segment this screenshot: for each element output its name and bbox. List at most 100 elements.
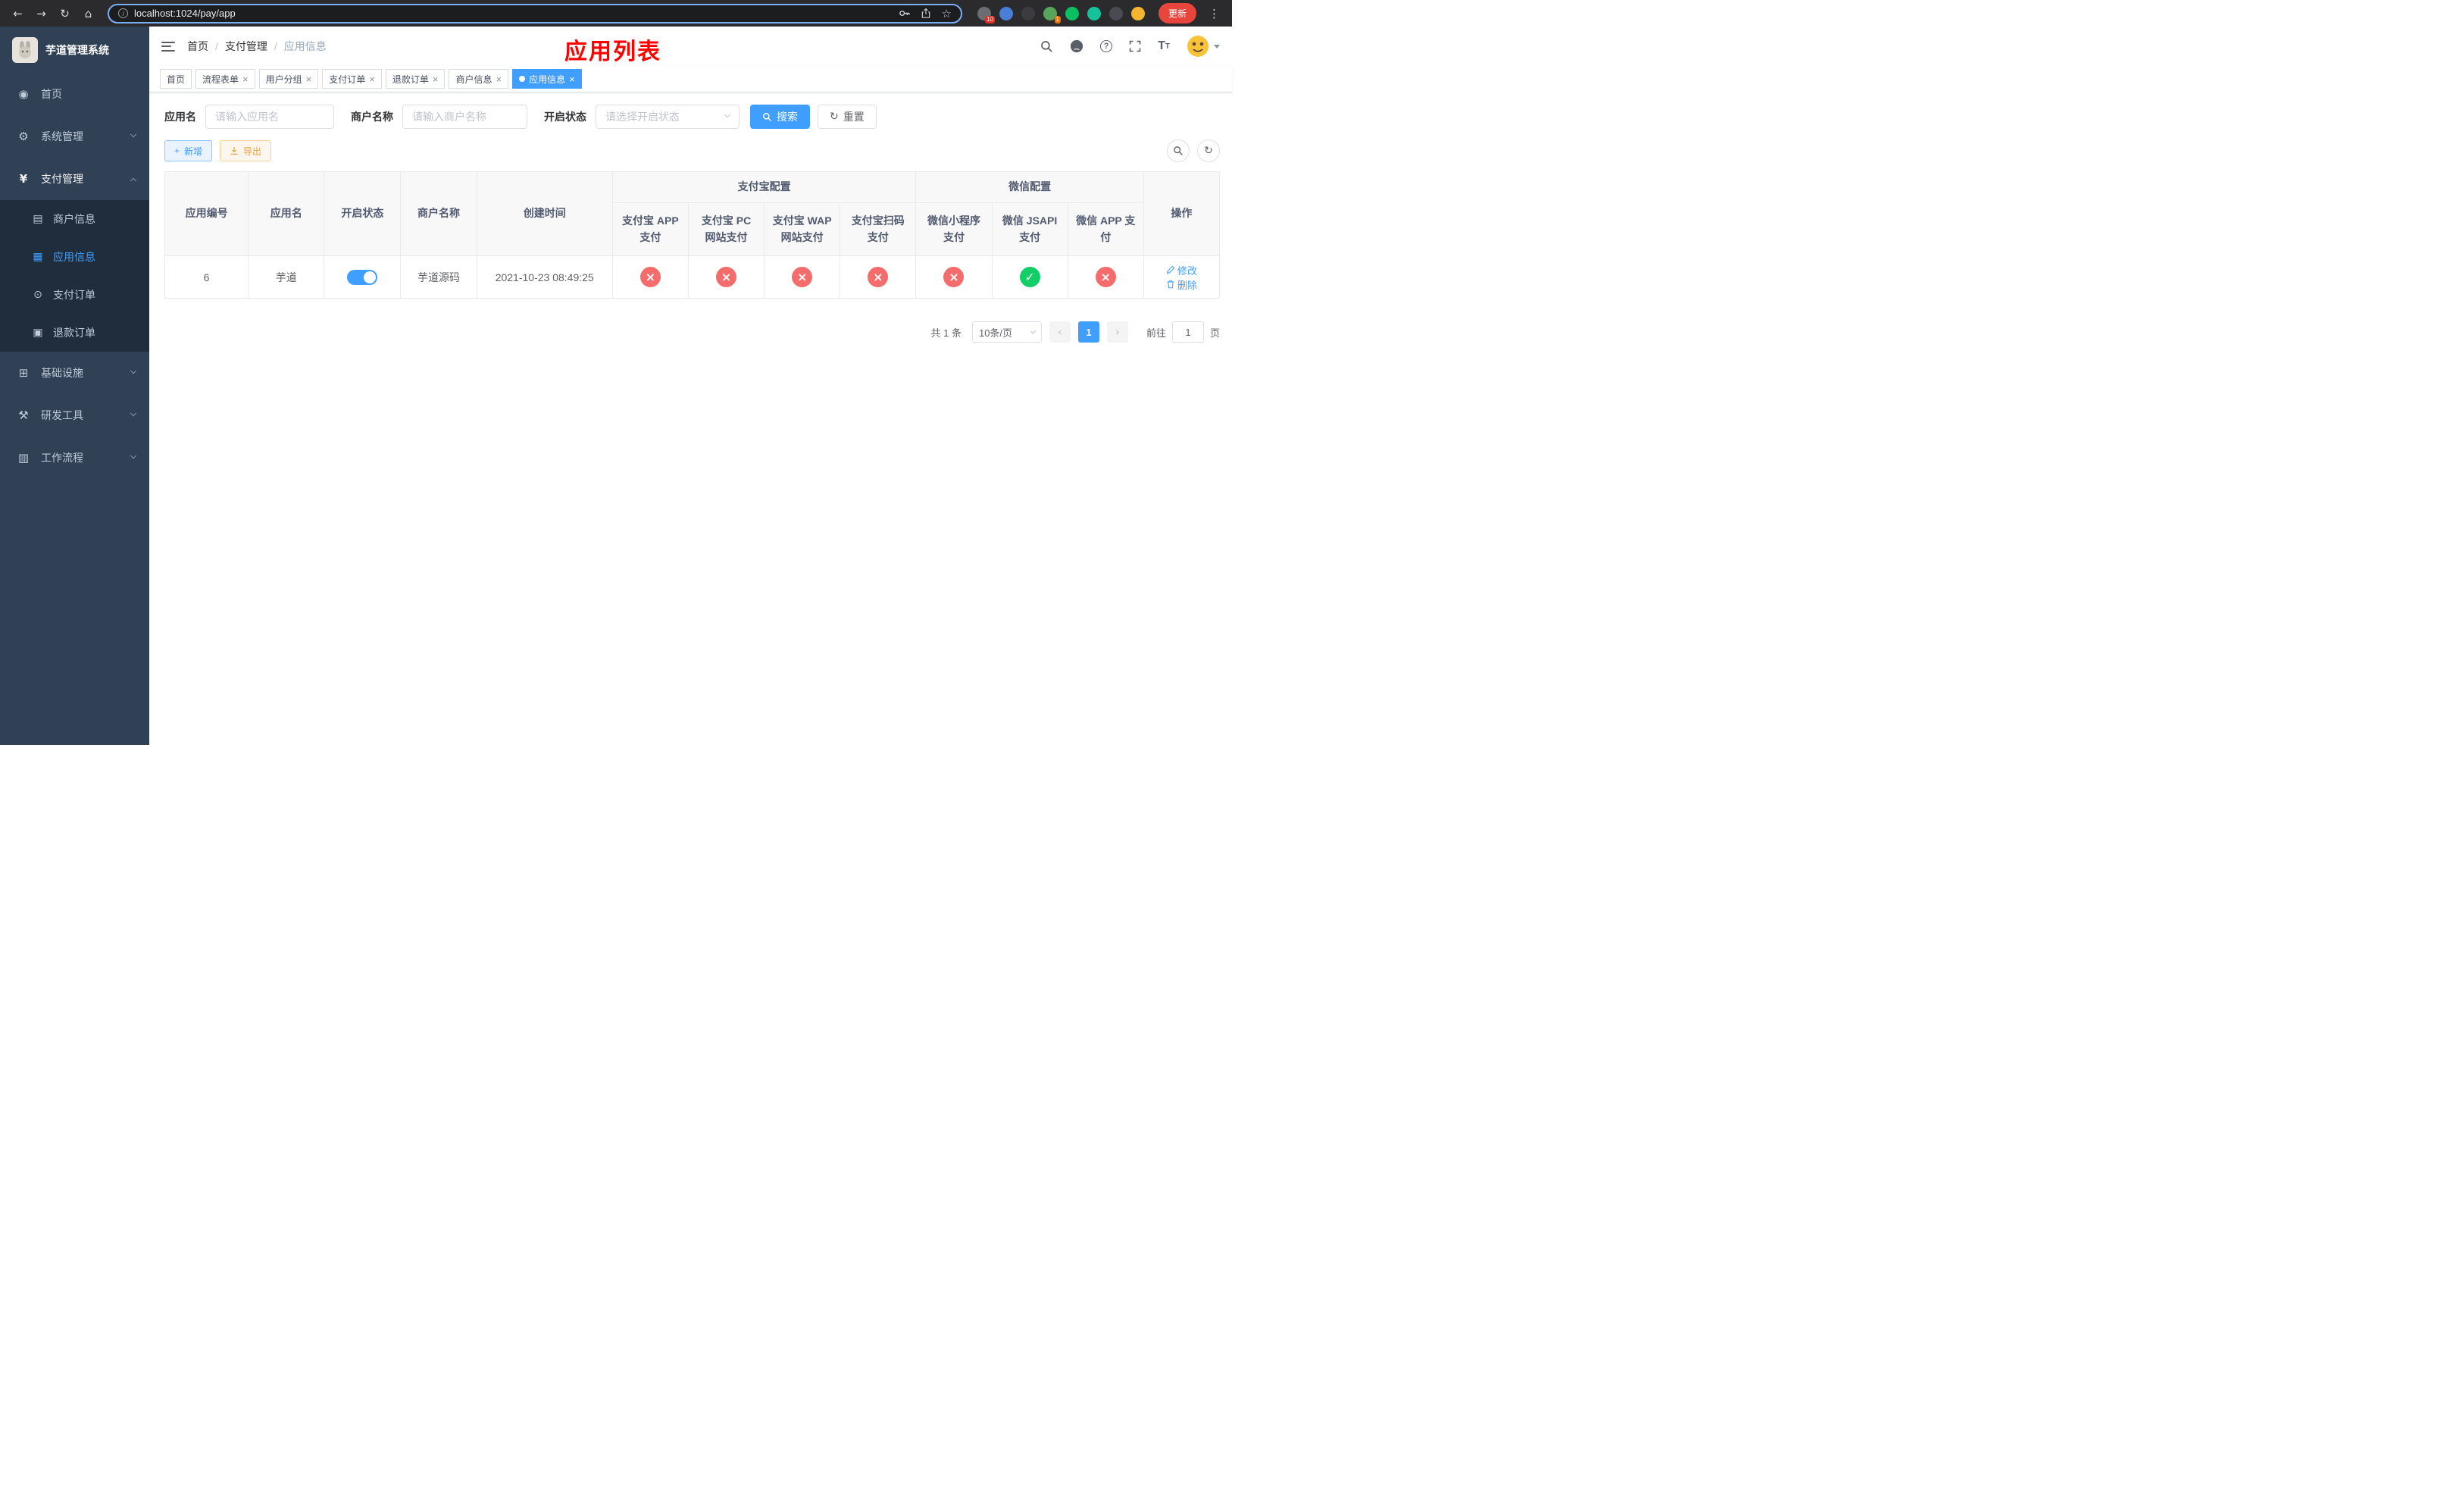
refresh-icon: ↻: [830, 111, 839, 123]
ext-blue-gem-icon[interactable]: [999, 6, 1013, 20]
prev-page-button[interactable]: ‹: [1049, 321, 1071, 343]
breadcrumb: 首页 / 支付管理 / 应用信息: [187, 39, 327, 54]
sidebar-item-refund-orders[interactable]: ▣ 退款订单: [0, 314, 149, 352]
grid-icon: ▦: [33, 251, 43, 263]
download-icon: [230, 147, 238, 155]
alipay-qr-pay-status-icon: ×: [868, 267, 889, 287]
export-button[interactable]: 导出: [220, 140, 272, 161]
add-button[interactable]: + 新增: [164, 140, 213, 161]
tab-merchant-info[interactable]: 商户信息 ×: [449, 69, 509, 89]
next-page-button[interactable]: ›: [1106, 321, 1128, 343]
tab-home[interactable]: 首页: [160, 69, 192, 89]
home-icon[interactable]: ⌂: [78, 3, 98, 23]
forward-icon[interactable]: →: [31, 3, 52, 23]
page-size-select[interactable]: 10条/页: [971, 321, 1042, 343]
sidebar-item-payment[interactable]: ¥ 支付管理: [0, 158, 149, 200]
share-icon[interactable]: [921, 8, 931, 19]
page-title-annotation: 应用列表: [564, 39, 661, 64]
ext-pinwheel-icon[interactable]: [1108, 6, 1123, 20]
close-icon[interactable]: ×: [496, 74, 502, 84]
browser-menu-icon[interactable]: ⋮: [1204, 7, 1224, 20]
bookmark-star-icon[interactable]: ☆: [942, 7, 952, 20]
col-header-app-name: 应用名: [248, 171, 325, 256]
cell-created: 2021-10-23 08:49:25: [476, 255, 613, 299]
site-info-icon[interactable]: i: [118, 8, 128, 18]
help-icon[interactable]: ?: [1100, 40, 1113, 52]
wechat-jsapi-pay-status-icon: ✓: [1019, 267, 1040, 287]
refresh-table-button[interactable]: ↻: [1197, 139, 1220, 162]
chevron-down-icon: [130, 130, 137, 138]
breadcrumb-payment[interactable]: 支付管理: [225, 39, 267, 54]
close-icon[interactable]: ×: [242, 74, 249, 84]
order-icon: ⊙: [33, 289, 42, 301]
page-number-1[interactable]: 1: [1077, 321, 1099, 343]
url-text: localhost:1024/pay/app: [134, 8, 236, 19]
merchant-name-input[interactable]: [402, 105, 527, 129]
col-header-alipay-qr: 支付宝扫码支付: [840, 202, 917, 256]
tab-refund-orders[interactable]: 退款订单 ×: [385, 69, 446, 89]
close-icon[interactable]: ×: [306, 74, 312, 84]
search-icon[interactable]: [1040, 40, 1053, 53]
sidebar-item-infrastructure[interactable]: ⊞ 基础设施: [0, 352, 149, 394]
alipay-app-pay-status-icon: ×: [639, 267, 661, 287]
group-header-alipay: 支付宝配置: [611, 171, 917, 203]
sidebar-item-home[interactable]: ◉ 首页: [0, 73, 149, 115]
reset-button[interactable]: ↻ 重置: [818, 105, 877, 129]
dashboard-icon: ◉: [18, 87, 29, 101]
browser-update-button[interactable]: 更新: [1158, 3, 1196, 23]
search-icon: [1174, 146, 1183, 155]
status-label: 开启状态: [544, 111, 586, 123]
ext-teal-check-icon[interactable]: [1065, 6, 1079, 20]
breadcrumb-home[interactable]: 首页: [187, 39, 208, 54]
workflow-icon: ▥: [17, 451, 30, 465]
close-icon[interactable]: ×: [369, 74, 375, 84]
tab-user-group[interactable]: 用户分组 ×: [258, 69, 319, 89]
col-header-created: 创建时间: [476, 171, 613, 256]
sidebar-collapse-icon[interactable]: [161, 41, 175, 52]
plus-icon: +: [174, 146, 180, 156]
fullscreen-icon[interactable]: [1129, 40, 1141, 52]
col-header-app-id: 应用编号: [164, 171, 249, 256]
sidebar-item-workflow[interactable]: ▥ 工作流程: [0, 437, 149, 479]
app-logo-row[interactable]: 芋道管理系统: [0, 27, 149, 73]
ext-dark-circle-icon[interactable]: [1021, 6, 1035, 20]
password-key-icon[interactable]: [899, 8, 910, 19]
close-icon[interactable]: ×: [433, 74, 439, 84]
toggle-search-button[interactable]: [1167, 139, 1190, 162]
github-icon[interactable]: [1070, 39, 1083, 53]
edit-link[interactable]: 修改: [1166, 263, 1197, 277]
pagination-total: 共 1 条: [930, 327, 962, 339]
page-content: 应用名 商户名称 开启状态 请选择开启状态 搜索 ↻ 重置: [149, 92, 1232, 745]
close-icon[interactable]: ×: [569, 74, 575, 84]
goto-page-input[interactable]: [1171, 321, 1204, 343]
sidebar-item-system[interactable]: ⚙ 系统管理: [0, 115, 149, 158]
chevron-down-icon: [1214, 44, 1220, 49]
status-toggle[interactable]: [347, 269, 378, 285]
app-table: 应用编号 应用名 开启状态 商户名称 创建时间 支付宝配置 微信配置 操作 支付…: [164, 171, 1221, 299]
delete-link[interactable]: 删除: [1166, 277, 1197, 292]
search-button[interactable]: 搜索: [750, 105, 810, 129]
tab-process-form[interactable]: 流程表单 ×: [195, 69, 255, 89]
status-select[interactable]: 请选择开启状态: [596, 105, 740, 129]
sidebar-item-merchant-info[interactable]: ▤ 商户信息: [0, 200, 149, 238]
app-name-input[interactable]: [205, 105, 334, 129]
breadcrumb-app-info: 应用信息: [283, 40, 327, 52]
trash-icon: [1167, 280, 1174, 289]
col-header-alipay-wap: 支付宝 WAP 网站支付: [764, 202, 841, 256]
tab-app-info[interactable]: 应用信息 ×: [512, 69, 582, 89]
user-menu[interactable]: [1187, 35, 1220, 58]
font-size-icon[interactable]: TT: [1158, 39, 1170, 53]
reload-icon[interactable]: ↻: [55, 3, 75, 23]
extensions-puzzle-icon[interactable]: 10: [977, 6, 995, 23]
sidebar-item-app-info[interactable]: ▦ 应用信息: [0, 238, 149, 276]
address-bar[interactable]: i localhost:1024/pay/app ☆: [108, 3, 962, 23]
ext-emoji-face-icon[interactable]: [1130, 6, 1145, 20]
sidebar-item-pay-orders[interactable]: ⊙ 支付订单: [0, 276, 149, 314]
ext-green-avatar-icon[interactable]: 1: [1043, 6, 1061, 23]
ext-green-square-icon[interactable]: [1087, 6, 1101, 20]
alipay-pc-pay-status-icon: ×: [716, 267, 737, 287]
tab-pay-orders[interactable]: 支付订单 ×: [322, 69, 382, 89]
back-icon[interactable]: ←: [8, 3, 28, 23]
col-header-wechat-mini: 微信小程序支付: [915, 202, 993, 256]
sidebar-item-dev-tools[interactable]: ⚒ 研发工具: [0, 394, 149, 437]
